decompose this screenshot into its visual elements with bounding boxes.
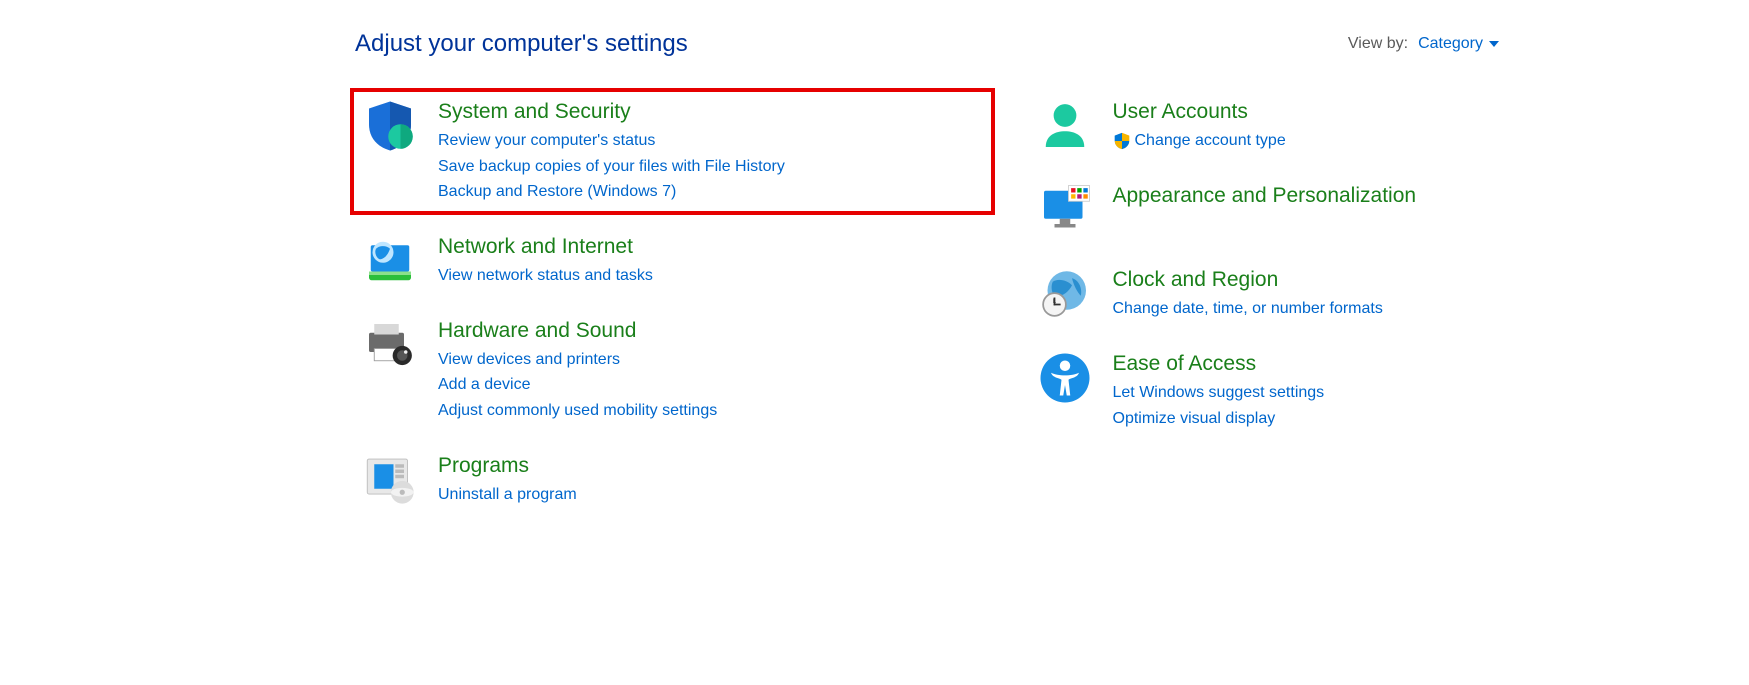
category-link[interactable]: Uninstall a program — [438, 482, 577, 508]
page-title: Adjust your computer's settings — [355, 30, 688, 58]
category-link[interactable]: Optimize visual display — [1113, 406, 1325, 432]
category-link[interactable]: Change account type — [1113, 128, 1286, 154]
category-programs: Programs Uninstall a program — [350, 442, 995, 518]
chevron-down-icon — [1489, 41, 1499, 47]
category-link[interactable]: Adjust commonly used mobility settings — [438, 398, 717, 424]
category-title[interactable]: Network and Internet — [438, 235, 653, 259]
user-icon — [1037, 98, 1093, 154]
category-link[interactable]: Save backup copies of your files with Fi… — [438, 154, 785, 180]
view-by-label: View by: — [1348, 35, 1408, 53]
category-link-text: Change account type — [1135, 128, 1286, 154]
category-link[interactable]: Backup and Restore (Windows 7) — [438, 179, 785, 205]
network-icon — [362, 233, 418, 289]
printer-icon — [362, 317, 418, 373]
category-clock-and-region: L Clock and Region Change date, time, or… — [1025, 256, 1670, 332]
category-title[interactable]: Clock and Region — [1113, 268, 1383, 292]
category-title[interactable]: Appearance and Personalization — [1113, 184, 1417, 208]
view-by-dropdown[interactable]: Category — [1418, 35, 1499, 53]
category-network-and-internet: Network and Internet View network status… — [350, 223, 995, 299]
category-link[interactable]: Add a device — [438, 372, 717, 398]
globe-clock-icon: L — [1037, 266, 1093, 322]
category-title[interactable]: Ease of Access — [1113, 352, 1325, 376]
category-link[interactable]: Change date, time, or number formats — [1113, 296, 1383, 322]
category-user-accounts: User Accounts Change account type — [1025, 88, 1670, 164]
category-hardware-and-sound: Hardware and Sound View devices and prin… — [350, 307, 995, 434]
category-system-and-security: System and Security Review your computer… — [350, 88, 995, 215]
category-ease-of-access: Ease of Access Let Windows suggest setti… — [1025, 340, 1670, 441]
view-by-value: Category — [1418, 35, 1483, 53]
category-link[interactable]: Review your computer's status — [438, 128, 785, 154]
category-link[interactable]: View devices and printers — [438, 347, 717, 373]
accessibility-icon — [1037, 350, 1093, 406]
monitor-icon — [1037, 182, 1093, 238]
shield-icon — [362, 98, 418, 154]
uac-shield-icon — [1113, 132, 1131, 150]
category-title[interactable]: Hardware and Sound — [438, 319, 717, 343]
svg-text:L: L — [1052, 298, 1056, 305]
view-by-control: View by: Category — [1348, 35, 1499, 53]
programs-icon — [362, 452, 418, 508]
category-title[interactable]: System and Security — [438, 100, 785, 124]
category-link[interactable]: Let Windows suggest settings — [1113, 380, 1325, 406]
category-title[interactable]: User Accounts — [1113, 100, 1286, 124]
category-link[interactable]: View network status and tasks — [438, 263, 653, 289]
category-title[interactable]: Programs — [438, 454, 577, 478]
category-appearance-and-personalization: Appearance and Personalization — [1025, 172, 1670, 248]
